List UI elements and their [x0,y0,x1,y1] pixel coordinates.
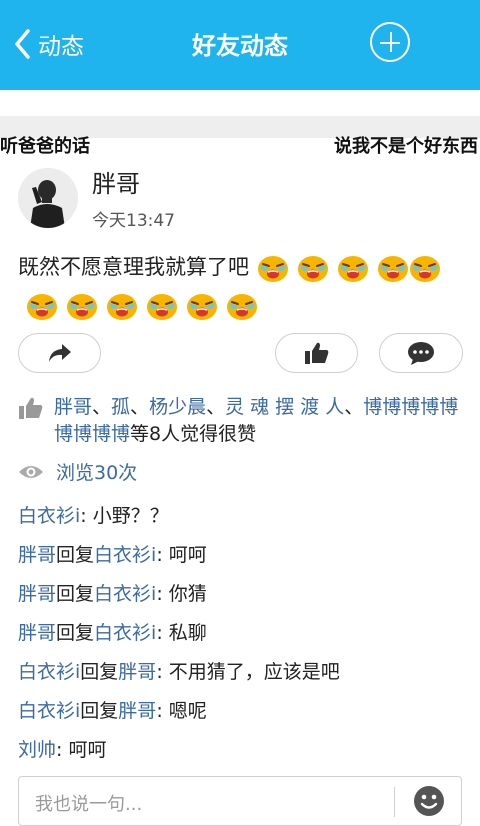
crying-face-emoji [26,291,58,321]
crying-face-emoji [186,291,218,321]
likes-suffix: 等8人觉得很赞 [130,423,257,445]
comment-item[interactable]: 刘帅: 呵呵 [18,734,468,773]
likes-text: 胖哥、孤、杨少晨、灵 魂 摆 渡 人、博博博博博博博博博等8人觉得很赞 [54,396,459,445]
banner-left-text: 听爸爸的话 [0,136,90,157]
comment-author[interactable]: 白衣衫i [18,661,80,683]
share-button[interactable] [18,333,101,373]
avatar[interactable] [18,168,78,228]
crying-face-emoji [226,291,258,321]
comment-text: : 嗯呢 [156,700,207,722]
comment-author[interactable]: 白衣衫i [18,505,80,527]
comment-text: : 私聊 [156,622,207,644]
post-time: 今天13:47 [92,211,175,231]
like-button[interactable] [275,333,358,373]
comment-text: : 不用猜了，应该是吧 [156,661,340,683]
eye-icon [19,465,43,478]
person-silhouette-icon [18,168,78,228]
liker-name[interactable]: 胖哥 [54,396,92,418]
comment-input[interactable] [33,789,387,819]
views-row: 浏览30次 [18,458,137,485]
likes-section: 胖哥、孤、杨少晨、灵 魂 摆 渡 人、博博博博博博博博博等8人觉得很赞 [18,394,468,448]
top-bar: 动态 好友动态 [0,0,480,90]
input-divider [394,787,395,817]
comment-reply-target[interactable]: 白衣衫i [94,544,156,566]
crying-face-emoji [297,253,329,283]
comment-text: : 呵呵 [156,544,207,566]
comment-item[interactable]: 白衣衫i: 小野？？ [18,500,468,539]
comment-item[interactable]: 白衣衫i回复胖哥: 嗯呢 [18,695,468,734]
comments-list: 白衣衫i: 小野？？ 胖哥回复白衣衫i: 呵呵 胖哥回复白衣衫i: 你猜 胖哥回… [18,500,468,773]
comment-item[interactable]: 胖哥回复白衣衫i: 你猜 [18,578,468,617]
post-text: 既然不愿意理我就算了吧 [18,255,249,279]
liker-name[interactable]: 孤 [111,396,130,418]
views-count: 浏览30次 [56,462,138,484]
comment-input-box [18,776,462,826]
comment-text: : 你猜 [156,583,207,605]
thumbs-up-icon [19,397,43,419]
thumbs-up-icon [304,342,328,364]
comment-reply-target[interactable]: 胖哥 [118,661,156,683]
cover-banner: 听爸爸的话 说我不是个好东西 [0,128,480,160]
banner-right-text: 说我不是个好东西 [334,136,478,157]
comment-button[interactable] [379,333,463,373]
post-username[interactable]: 胖哥 [92,164,140,199]
smiley-icon[interactable] [413,785,445,817]
comment-item[interactable]: 胖哥回复白衣衫i: 私聊 [18,617,468,656]
crying-face-emoji [337,253,369,283]
crying-face-emoji [106,291,138,321]
liker-name[interactable]: 杨少晨 [149,396,206,418]
comment-author[interactable]: 胖哥 [18,544,56,566]
crying-face-emoji [409,253,441,283]
comment-author[interactable]: 胖哥 [18,622,56,644]
comment-reply-target[interactable]: 胖哥 [118,700,156,722]
crying-face-emoji [377,253,409,283]
comment-reply-target[interactable]: 白衣衫i [94,583,156,605]
comment-reply-target[interactable]: 白衣衫i [94,622,156,644]
crying-face-emoji [66,291,98,321]
comment-author[interactable]: 刘帅 [18,739,56,761]
comment-author[interactable]: 白衣衫i [18,700,80,722]
liker-name[interactable]: 灵 魂 摆 渡 人 [225,396,344,418]
post-content: 既然不愿意理我就算了吧 [18,248,468,324]
comment-item[interactable]: 胖哥回复白衣衫i: 呵呵 [18,539,468,578]
comment-item[interactable]: 白衣衫i回复胖哥: 不用猜了，应该是吧 [18,656,468,695]
comment-author[interactable]: 胖哥 [18,583,56,605]
crying-face-emoji [146,291,178,321]
crying-face-emoji [257,253,289,283]
add-icon[interactable] [370,22,410,62]
comment-text: : 呵呵 [56,739,107,761]
comment-bubble-icon [408,342,434,365]
share-icon [48,344,71,362]
comment-text: : 小野？？ [80,505,169,527]
